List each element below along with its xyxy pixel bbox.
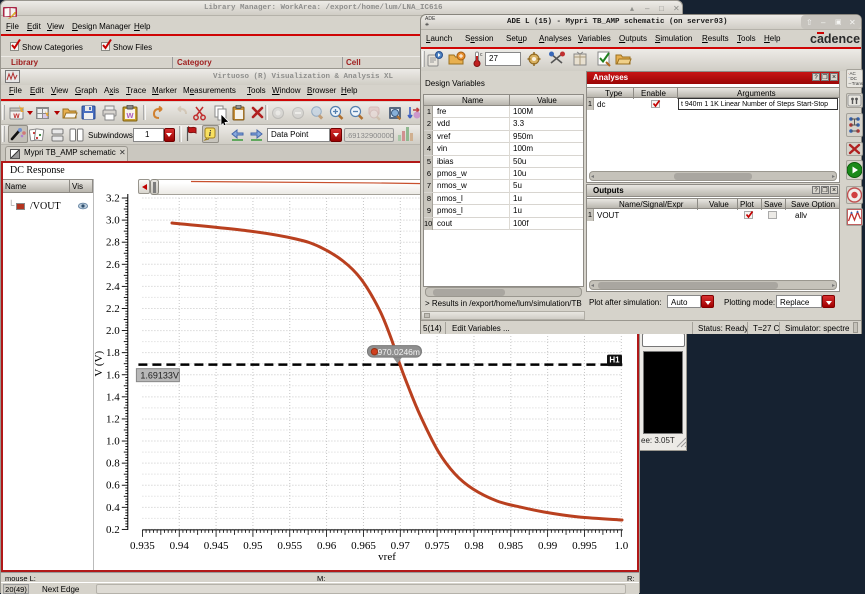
svg-text:1.2: 1.2	[106, 413, 120, 425]
svg-text:1.0: 1.0	[106, 436, 120, 448]
svg-text:w: w	[125, 110, 134, 120]
svg-text:2.6: 2.6	[106, 259, 120, 271]
svg-text:0.985: 0.985	[498, 540, 523, 552]
svg-text:c: c	[480, 52, 483, 58]
svg-text:0.4: 0.4	[106, 502, 120, 514]
svg-text:0.995: 0.995	[572, 540, 597, 552]
svg-text:1.69133V: 1.69133V	[140, 371, 179, 381]
svg-text:970.0246m: 970.0246m	[377, 347, 420, 357]
svg-text:2.0: 2.0	[106, 325, 120, 337]
svg-text:0.8: 0.8	[106, 458, 120, 470]
svg-text:w: w	[12, 111, 20, 120]
svg-text:2.4: 2.4	[106, 281, 120, 293]
svg-text:1.0: 1.0	[614, 540, 628, 552]
svg-text:1.6: 1.6	[106, 369, 120, 381]
svg-text:0.95: 0.95	[243, 540, 263, 552]
svg-text:V (V): V (V)	[94, 350, 105, 376]
svg-text:0.975: 0.975	[425, 540, 450, 552]
svg-text:0.945: 0.945	[204, 540, 229, 552]
svg-text:0.94: 0.94	[170, 540, 190, 552]
svg-text:0.965: 0.965	[351, 540, 376, 552]
svg-text:1.4: 1.4	[106, 391, 120, 403]
svg-text:0.6: 0.6	[106, 480, 120, 492]
svg-text:3.0: 3.0	[106, 215, 120, 227]
svg-text:3.2: 3.2	[106, 193, 120, 205]
svg-text:1.8: 1.8	[106, 347, 120, 359]
svg-text:2.8: 2.8	[106, 237, 120, 249]
svg-text:0.96: 0.96	[317, 540, 337, 552]
svg-text:0.2: 0.2	[106, 524, 120, 536]
svg-text:0.99: 0.99	[538, 540, 558, 552]
svg-text:0.98: 0.98	[464, 540, 484, 552]
svg-text:2.2: 2.2	[106, 303, 120, 315]
svg-text:0.955: 0.955	[277, 540, 302, 552]
svg-text:H1: H1	[609, 356, 620, 365]
svg-text:vref: vref	[378, 551, 396, 563]
svg-text:0.935: 0.935	[130, 540, 155, 552]
